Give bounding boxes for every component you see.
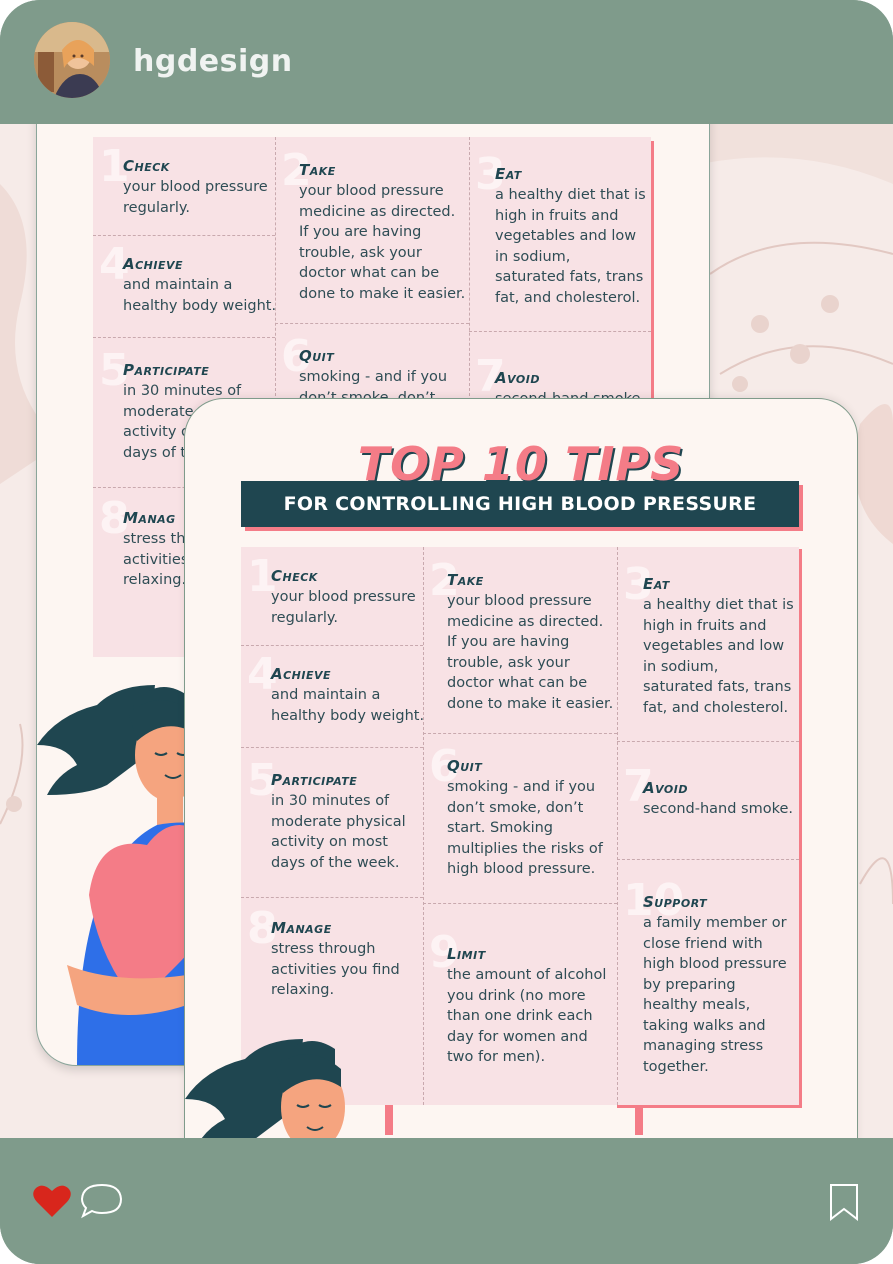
username[interactable]: hgdesign <box>133 44 293 79</box>
tip-body: and maintain a healthy body weight. <box>123 277 277 314</box>
tip-title: Take <box>299 161 336 179</box>
tip-body: a healthy diet that is high in fruits and… <box>643 597 794 716</box>
post-header: hgdesign <box>0 0 893 124</box>
tip-title: Participate <box>271 771 358 789</box>
tip-title: Avoid <box>643 779 689 797</box>
stand-leg <box>635 1105 643 1135</box>
tip-body: a healthy diet that is high in fruits and… <box>495 187 646 306</box>
comment-icon[interactable] <box>80 1182 124 1225</box>
post-frame: hgdesign 1 Check your blood pressure reg… <box>0 0 893 1264</box>
divider <box>241 897 423 898</box>
tip-title: Limit <box>447 945 486 963</box>
divider <box>93 337 275 338</box>
tip-body: stress through activities you find relaxin… <box>271 941 400 998</box>
tip-body: stress th activities relaxing. <box>123 531 189 588</box>
divider <box>423 733 617 734</box>
tip-title: Manag <box>123 509 176 527</box>
tip-body: a family member or close friend with high … <box>643 915 787 1075</box>
tip-body: your blood pressure regularly. <box>271 589 416 626</box>
tip-body: and maintain a healthy body weight. <box>271 687 425 724</box>
divider <box>617 741 799 742</box>
tip-body: in 30 minutes of moderate physical activit… <box>271 793 406 871</box>
post-image: 1 Check your blood pressure regularly. 2 … <box>0 124 893 1138</box>
poster-subtitle: FOR CONTROLLING HIGH BLOOD PRESSURE <box>241 481 799 527</box>
divider <box>275 323 469 324</box>
divider <box>241 645 423 646</box>
tip-title: Take <box>447 571 484 589</box>
poster-front-card: TOP 10 TIPS FOR CONTROLLING HIGH BLOOD P… <box>184 398 858 1138</box>
tip-title: Check <box>123 157 170 175</box>
divider <box>617 859 799 860</box>
tip-title: Achieve <box>123 255 184 273</box>
tip-title: Quit <box>299 347 335 365</box>
avatar[interactable] <box>34 22 110 98</box>
tip-body: second-hand smoke. <box>643 801 793 817</box>
tip-title: Participate <box>123 361 210 379</box>
divider <box>423 903 617 904</box>
tip-title: Eat <box>643 575 670 593</box>
tip-body: your blood pressure medicine as directed.… <box>447 593 614 712</box>
woman-illustration <box>185 1039 345 1138</box>
tip-title: Manage <box>271 919 332 937</box>
divider <box>469 331 651 332</box>
stand-leg <box>385 1105 393 1135</box>
tip-body: your blood pressure regularly. <box>123 179 268 216</box>
grid-edge-bottom <box>617 1105 802 1108</box>
tip-title: Support <box>643 893 708 911</box>
post-actions <box>0 1138 893 1264</box>
tip-title: Eat <box>495 165 522 183</box>
tip-body: the amount of alcohol you drink (no more t… <box>447 967 607 1065</box>
tip-body: your blood pressure medicine as directed.… <box>299 183 466 302</box>
grid-edge <box>799 549 802 1107</box>
tip-title: Avoid <box>495 369 541 387</box>
tip-title: Check <box>271 567 318 585</box>
divider <box>423 547 424 1105</box>
divider <box>93 235 275 236</box>
divider <box>241 747 423 748</box>
tip-body: smoking - and if you don’t smoke, don’t st… <box>447 779 603 877</box>
heart-icon[interactable] <box>33 1184 71 1223</box>
tip-title: Quit <box>447 757 483 775</box>
tip-title: Achieve <box>271 665 332 683</box>
divider <box>617 547 618 1105</box>
bookmark-icon[interactable] <box>829 1183 859 1226</box>
